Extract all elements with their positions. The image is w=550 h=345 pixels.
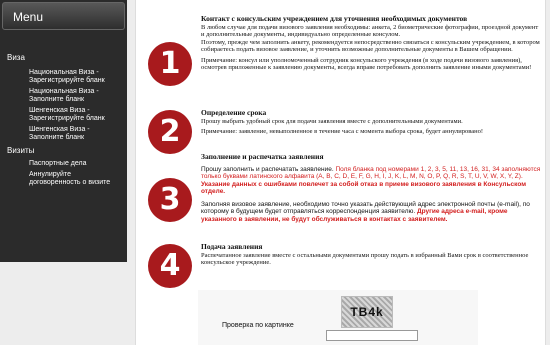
visits-menu: Паспортные дела Аннулируйте договореннос… — [0, 157, 124, 187]
step-1-text-1: В любом случае для подачи визового заявл… — [201, 23, 539, 39]
sidebar-item-national-register[interactable]: Национальная Виза - Зарегистрируйте блан… — [29, 69, 124, 85]
section-title-visa: Виза — [7, 53, 25, 62]
step-3-text-1-warning: Указание данных с ошибками повлечет за с… — [201, 180, 527, 196]
captcha-image: TB4k — [341, 296, 393, 328]
step-3: Заполнение и распечатка заявления Прошу … — [201, 152, 541, 227]
sidebar-item-schengen-register[interactable]: Шенгенская Виза - Зарегистрируйте бланк — [29, 107, 124, 123]
step-2-text-2: Примечание: заявление, невыполненное в т… — [201, 128, 484, 136]
sidebar-item-schengen-fill[interactable]: Шенгенская Виза - Заполните бланк — [29, 126, 124, 142]
step-number-4: 4 — [148, 244, 192, 288]
step-2-title: Определение срока — [201, 108, 267, 117]
step-3-text-1-plain: Прошу заполнить и распечатать заявление. — [201, 165, 334, 173]
captcha-input[interactable] — [326, 330, 418, 341]
visa-menu: Национальная Виза - Зарегистрируйте блан… — [0, 66, 124, 142]
section-title-visits: Визиты — [7, 146, 35, 155]
step-2-text-1: Прошу выбрать удобный срок для подачи за… — [201, 117, 463, 125]
step-4-title: Подача заявления — [201, 242, 263, 251]
sidebar-item-national-fill[interactable]: Национальная Виза - Заполните бланк — [29, 88, 124, 104]
step-2: Определение срока Прошу выбрать удобный … — [201, 108, 541, 139]
step-number-2: 2 — [148, 110, 192, 154]
step-3-text-1: Прошу заполнить и распечатать заявление.… — [201, 166, 541, 196]
step-4-text-1: Распечатанное заявление вместе с остальн… — [201, 251, 529, 267]
step-1-text-2: Поэтому, прежде чем заполнить анкету, ре… — [201, 38, 540, 54]
step-number-1: 1 — [148, 42, 192, 86]
step-1-text-3: Примечание: консул или уполномоченный со… — [201, 56, 532, 72]
step-4: Подача заявления Распечатанное заявление… — [201, 242, 541, 270]
main-content: 1 Контакт с консульским учреждением для … — [135, 0, 546, 345]
step-3-title: Заполнение и распечатка заявления — [201, 152, 324, 161]
step-1: Контакт с консульским учреждением для ут… — [201, 14, 541, 75]
step-3-text-2: Заполняя визовое заявление, необходимо т… — [201, 201, 541, 224]
step-number-3: 3 — [148, 178, 192, 222]
sidebar-item-cancel-visit[interactable]: Аннулируйте договоренность о визите — [29, 171, 124, 187]
menu-header: Menu — [2, 2, 125, 30]
captcha-label: Проверка по картинке — [222, 322, 294, 329]
sidebar-item-passport[interactable]: Паспортные дела — [29, 160, 124, 168]
step-1-title: Контакт с консульским учреждением для ут… — [201, 14, 468, 23]
sidebar: Menu Виза Национальная Виза - Зарегистри… — [0, 0, 127, 262]
